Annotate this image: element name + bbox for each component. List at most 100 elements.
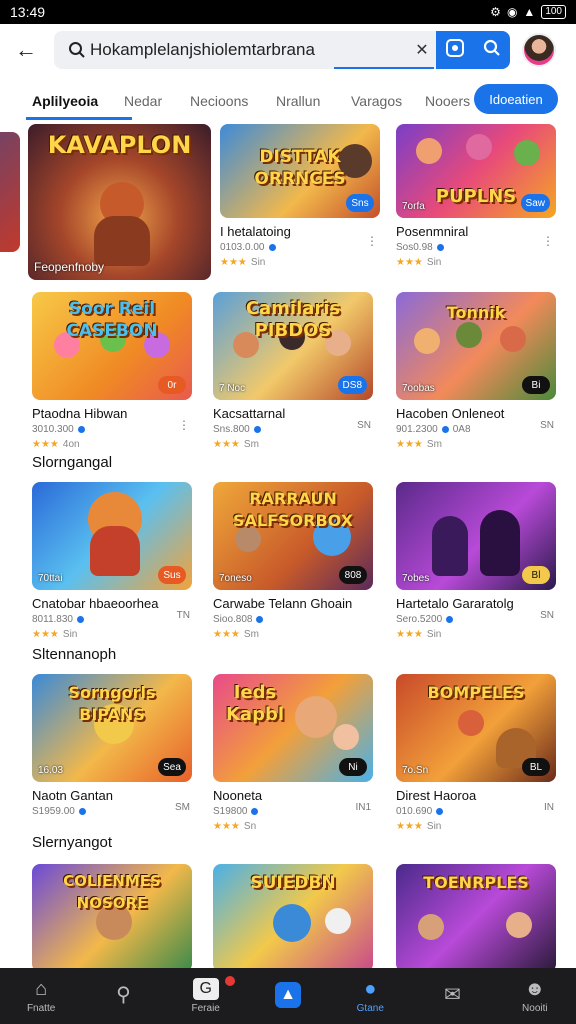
search-field[interactable]: Hokamplelanjshiolemtarbrana ✕ <box>54 31 510 69</box>
game-thumbnail: Tonnik 7oobas Bi <box>396 292 556 400</box>
game-rating: ★★★ Sm <box>396 439 442 450</box>
game-meta: 3010.300 <box>32 424 74 435</box>
verified-icon <box>256 616 264 623</box>
game-card[interactable]: Sorngorls BIPANS 16.03 Sea Naotn Gantan … <box>32 674 192 817</box>
game-title: Direst Haoroa <box>396 788 477 803</box>
game-thumbnail: BOMPELES 7o.Sn BL <box>396 674 556 782</box>
game-title: Posenmniral <box>396 224 469 239</box>
clear-icon[interactable]: ✕ <box>408 40 436 60</box>
game-logo: RARRAUN SALFSORBOX <box>232 489 354 530</box>
game-logo: Sorngorls BIPANS <box>68 683 156 724</box>
game-card[interactable]: TOENRPLES <box>396 864 556 968</box>
search-query[interactable]: Hokamplelanjshiolemtarbrana <box>90 40 408 60</box>
game-logo: Camilaris PIBDOS <box>245 298 341 341</box>
signal-icon: ▲ <box>523 5 536 19</box>
tab-1[interactable]: Nedar <box>124 93 190 109</box>
game-card[interactable]: SUIEDBN <box>213 864 373 968</box>
game-logo: Ieds Kapbl <box>225 682 285 725</box>
verified-icon <box>268 244 276 251</box>
game-overlay-text: 7obes <box>402 573 430 584</box>
game-badge: Saw <box>520 194 550 212</box>
game-logo: TOENRPLES <box>423 873 529 892</box>
verified-icon <box>436 808 444 815</box>
game-logo: DISTTAK ORRNCES <box>254 147 346 189</box>
game-thumbnail: TOENRPLES <box>396 864 556 968</box>
more-icon[interactable]: ⋮ <box>542 234 554 248</box>
game-rating: ★★★ Sin <box>220 257 266 268</box>
game-card[interactable]: Ieds Kapbl Ni Nooneta S19800 ★★★ Sn IN1 <box>213 674 373 832</box>
game-rating: ★★★ Sin <box>32 629 78 640</box>
game-logo: BOMPELES <box>427 683 525 702</box>
game-meta: S19800 <box>213 806 248 817</box>
game-thumbnail: PUPLNS 7orfa Saw <box>396 124 556 218</box>
status-time: 13:49 <box>10 4 46 20</box>
game-card[interactable]: Tonnik 7oobas Bi Hacoben Onleneot 901.23… <box>396 292 556 450</box>
nav-item-search[interactable]: ⚲ <box>82 968 164 1024</box>
game-thumbnail: 70ttai Sus <box>32 482 192 590</box>
game-badge: Ni <box>339 758 367 776</box>
game-rating: ★★★ Sm <box>213 439 259 450</box>
more-icon[interactable]: ⋮ <box>178 418 190 432</box>
game-card[interactable]: BOMPELES 7o.Sn BL Direst Haoroa 010.690 … <box>396 674 556 832</box>
game-card[interactable]: COLIENMES NOSORE <box>32 864 192 968</box>
section-heading: Sltennanoph <box>32 646 117 663</box>
game-title: Nooneta <box>213 788 263 803</box>
tab-3[interactable]: Nrallun <box>276 93 351 109</box>
nav-item-mail[interactable]: ✉ <box>411 968 493 1024</box>
game-card[interactable]: PUPLNS 7orfa Saw Posenmniral Sos0.98 ★★★… <box>396 124 556 268</box>
nav-item-games[interactable]: G Feraie <box>165 968 247 1024</box>
game-badge: Bi <box>522 376 550 394</box>
verified-icon <box>76 616 84 623</box>
game-title: Hartetalo Gararatolg <box>396 596 514 611</box>
avatar[interactable] <box>522 33 556 67</box>
search-submit-icon[interactable] <box>482 38 502 63</box>
game-badge: BL <box>522 758 550 776</box>
verified-icon <box>446 616 454 623</box>
game-card[interactable]: DISTTAK ORRNCES Sns I hetalatoing 0103.0… <box>220 124 380 268</box>
game-meta: 0103.0.00 <box>220 242 265 253</box>
game-card[interactable]: Camilaris PIBDOS 7 Noc DS8 Kacsattarnal … <box>213 292 373 450</box>
game-card[interactable]: 70ttai Sus Cnatobar hbaeoorhea 8011.830 … <box>32 482 192 640</box>
game-overlay-text: 70ttai <box>38 573 63 584</box>
mail-icon: ✉ <box>444 983 461 1006</box>
card-side-label: SN <box>540 610 554 621</box>
game-meta: S1959.00 <box>32 806 75 817</box>
nav-item-library[interactable]: ▲ <box>247 968 329 1024</box>
lens-icon[interactable] <box>445 38 465 63</box>
tab-pill-button[interactable]: Idoeatien <box>474 84 558 114</box>
nav-item-home[interactable]: ⌂ Fnatte <box>0 968 82 1024</box>
tab-2[interactable]: Necioons <box>190 93 276 109</box>
game-badge: 808 <box>339 566 367 584</box>
back-arrow-icon[interactable]: ← <box>12 36 40 64</box>
game-card[interactable]: KAVAPLON Feopenfnoby <box>28 124 211 280</box>
tab-0[interactable]: Aplilyeoia <box>26 93 132 120</box>
game-logo: SUIEDBN <box>250 873 336 893</box>
game-meta: Sero.5200 <box>396 614 443 625</box>
status-bar: 13:49 ⚙ ◉ ▲ 100 <box>0 0 576 24</box>
nav-item-apps[interactable]: ● Gtane <box>329 968 411 1024</box>
game-title: Carwabe Telann Ghoain <box>213 596 353 611</box>
category-tabs: Aplilyeoia Nedar Necioons Nrallun Varago… <box>0 80 576 122</box>
game-thumbnail: SUIEDBN <box>213 864 373 968</box>
game-card[interactable] <box>0 132 20 252</box>
game-badge: Sns <box>346 194 374 212</box>
nav-item-profile[interactable]: ☻ Nooiti <box>494 968 576 1024</box>
game-thumbnail: 7obes Bl <box>396 482 556 590</box>
game-logo: COLIENMES NOSORE <box>63 872 161 912</box>
game-meta: 010.690 <box>396 806 433 817</box>
game-overlay-text: 7o.Sn <box>402 765 429 776</box>
tab-4[interactable]: Varagos <box>351 93 425 109</box>
game-overlay-text: 7oobas <box>402 383 435 394</box>
game-rating: ★★★ Sin <box>396 629 442 640</box>
card-side-label: SM <box>175 802 190 813</box>
game-card[interactable]: Soor Reil CASEBON 0r Ptaodna Hibwan 3010… <box>32 292 192 450</box>
game-card[interactable]: 7obes Bl Hartetalo Gararatolg Sero.5200 … <box>396 482 556 640</box>
game-title: Hacoben Onleneot <box>396 406 505 421</box>
game-title: I hetalatoing <box>220 224 291 239</box>
game-badge: Sea <box>158 758 186 776</box>
game-logo: Tonnik <box>446 303 506 322</box>
game-thumbnail: Camilaris PIBDOS 7 Noc DS8 <box>213 292 373 400</box>
more-icon[interactable]: ⋮ <box>366 234 378 248</box>
game-overlay-text: 7 Noc <box>219 383 246 394</box>
game-card[interactable]: RARRAUN SALFSORBOX 7oneso 808 Carwabe Te… <box>213 482 373 640</box>
